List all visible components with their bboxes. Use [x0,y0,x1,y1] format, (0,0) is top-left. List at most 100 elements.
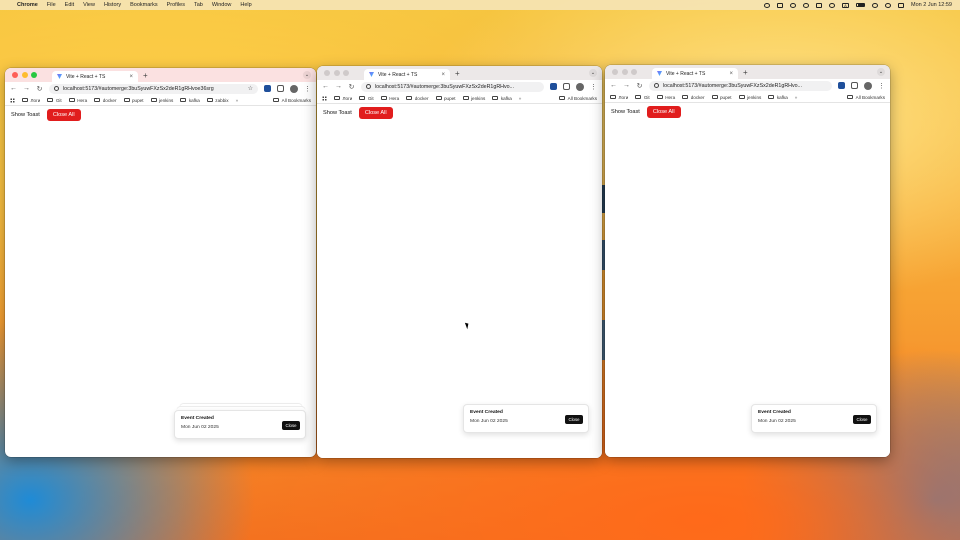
kebab-menu-icon[interactable]: ⋮ [878,82,885,90]
spotlight-search-icon[interactable] [885,2,892,8]
bookmark-folder[interactable]: pupet [711,95,732,100]
toast-close-button[interactable]: Close [565,415,583,424]
browser-tab[interactable]: Vite + React + TS × [652,68,738,79]
address-bar[interactable]: localhost:5173/#automerge:3buSyuwFXzSx2d… [49,83,258,94]
apps-grid-icon[interactable] [10,97,15,103]
avatar[interactable] [864,81,872,90]
bookmark-folder[interactable]: kafka [768,95,788,100]
all-bookmarks-folder[interactable]: All Bookmarks [847,95,885,100]
reload-icon[interactable]: ↻ [36,85,43,93]
back-arrow-icon[interactable]: ← [610,82,617,89]
display-icon[interactable] [816,2,823,8]
info-icon[interactable] [366,84,371,89]
puzzle-icon[interactable] [277,85,284,92]
tab-search-icon[interactable]: ⌄ [303,71,311,79]
bookmarks-overflow-icon[interactable]: » [519,96,522,101]
all-bookmarks-folder[interactable]: All Bookmarks [559,96,597,101]
bookmark-folder[interactable]: Git [359,96,374,101]
menu-view[interactable]: View [83,2,95,8]
avatar[interactable] [576,82,584,91]
fullscreen-window-icon[interactable] [631,69,637,75]
menu-edit[interactable]: Edit [65,2,74,8]
show-toast-button[interactable]: Show Toast [11,112,40,118]
bookmark-folder[interactable]: jenkins [462,96,485,101]
close-window-icon[interactable] [324,70,330,76]
show-toast-button[interactable]: Show Toast [611,109,640,115]
bookmarks-overflow-icon[interactable]: » [795,95,798,100]
address-bar[interactable]: localhost:5173/#automerge:3buSyuwFXzSx2d… [649,80,832,91]
fullscreen-window-icon[interactable] [31,72,37,78]
tab-search-icon[interactable]: ⌄ [589,69,597,77]
close-tab-icon[interactable]: × [441,72,445,78]
menu-app-chrome[interactable]: Chrome [17,2,38,8]
bookmark-folder[interactable]: jenkins [738,95,761,100]
close-window-icon[interactable] [612,69,618,75]
toast-close-button[interactable]: Close [853,415,871,424]
minimize-window-icon[interactable] [621,69,628,75]
menu-help[interactable]: Help [240,2,251,8]
kebab-menu-icon[interactable]: ⋮ [304,85,311,93]
menu-window[interactable]: Window [212,2,232,8]
fullscreen-window-icon[interactable] [343,70,349,76]
extension-icon[interactable] [550,83,557,90]
new-tab-icon[interactable]: + [455,69,460,78]
extension-icon[interactable] [264,85,271,92]
menu-file[interactable]: File [47,2,56,8]
close-window-icon[interactable] [12,72,18,78]
avatar[interactable] [290,84,298,93]
close-all-button[interactable]: Close All [46,109,81,121]
puzzle-icon[interactable] [851,82,858,89]
browser-tab[interactable]: Vite + React + TS × [364,69,450,80]
puzzle-icon[interactable] [563,83,570,90]
forward-arrow-icon[interactable]: → [23,85,30,92]
menu-tab[interactable]: Tab [194,2,203,8]
back-arrow-icon[interactable]: ← [10,85,17,92]
battery-icon[interactable] [856,2,866,8]
title-bar[interactable]: Vite + React + TS × + ⌄ [5,68,316,82]
forward-arrow-icon[interactable]: → [623,82,630,89]
info-icon[interactable] [54,86,59,91]
bookmark-folder[interactable]: kafka [492,96,512,101]
bookmark-folder[interactable]: docker [406,96,429,101]
bookmark-folder[interactable]: Нега [656,95,675,100]
bookmark-folder[interactable]: pupet [435,96,456,101]
title-bar[interactable]: Vite + React + TS × + ⌄ [317,66,602,80]
extension-icon[interactable] [838,82,845,89]
bookmark-folder[interactable]: zabbix [206,98,229,103]
input-source-icon[interactable]: A [842,2,850,8]
title-bar[interactable]: Vite + React + TS × + ⌄ [605,65,890,79]
address-bar[interactable]: localhost:5173/#automerge:3buSyuwFXzSx2d… [361,81,544,92]
bookmark-folder[interactable]: Нега [380,96,399,101]
kebab-menu-icon[interactable]: ⋮ [590,83,597,91]
toast-close-button[interactable]: Close [282,421,300,430]
play-icon[interactable] [829,2,836,8]
bookmark-folder[interactable]: Нега [68,98,87,103]
close-all-button[interactable]: Close All [646,106,681,118]
back-arrow-icon[interactable]: ← [322,83,329,90]
bookmark-folder[interactable]: kafka [180,98,200,103]
new-tab-icon[interactable]: + [143,71,148,80]
minimize-window-icon[interactable] [333,70,340,76]
bookmark-folder[interactable]: Логи [334,96,352,101]
status-app-icon[interactable] [764,2,771,8]
bookmark-folder[interactable]: Git [47,98,62,103]
bookmark-folder[interactable]: jenkins [150,98,173,103]
bookmark-folder[interactable]: Логи [610,95,628,100]
menu-history[interactable]: History [104,2,121,8]
new-tab-icon[interactable]: + [743,68,748,77]
close-tab-icon[interactable]: × [729,71,733,77]
show-toast-button[interactable]: Show Toast [323,110,352,116]
control-center-icon[interactable] [898,2,905,8]
close-tab-icon[interactable]: × [129,74,133,80]
apps-grid-icon[interactable] [322,95,327,101]
browser-tab[interactable]: Vite + React + TS × [52,71,138,82]
star-icon[interactable]: ☆ [248,85,253,92]
bookmark-folder[interactable]: Логи [22,98,40,103]
bookmark-folder[interactable]: docker [682,95,705,100]
all-bookmarks-folder[interactable]: All Bookmarks [273,98,311,103]
forward-arrow-icon[interactable]: → [335,83,342,90]
status-app-icon-2[interactable] [777,2,784,8]
bookmarks-overflow-icon[interactable]: » [236,98,239,103]
wifi-icon[interactable] [872,2,879,8]
bookmark-folder[interactable]: Git [635,95,650,100]
